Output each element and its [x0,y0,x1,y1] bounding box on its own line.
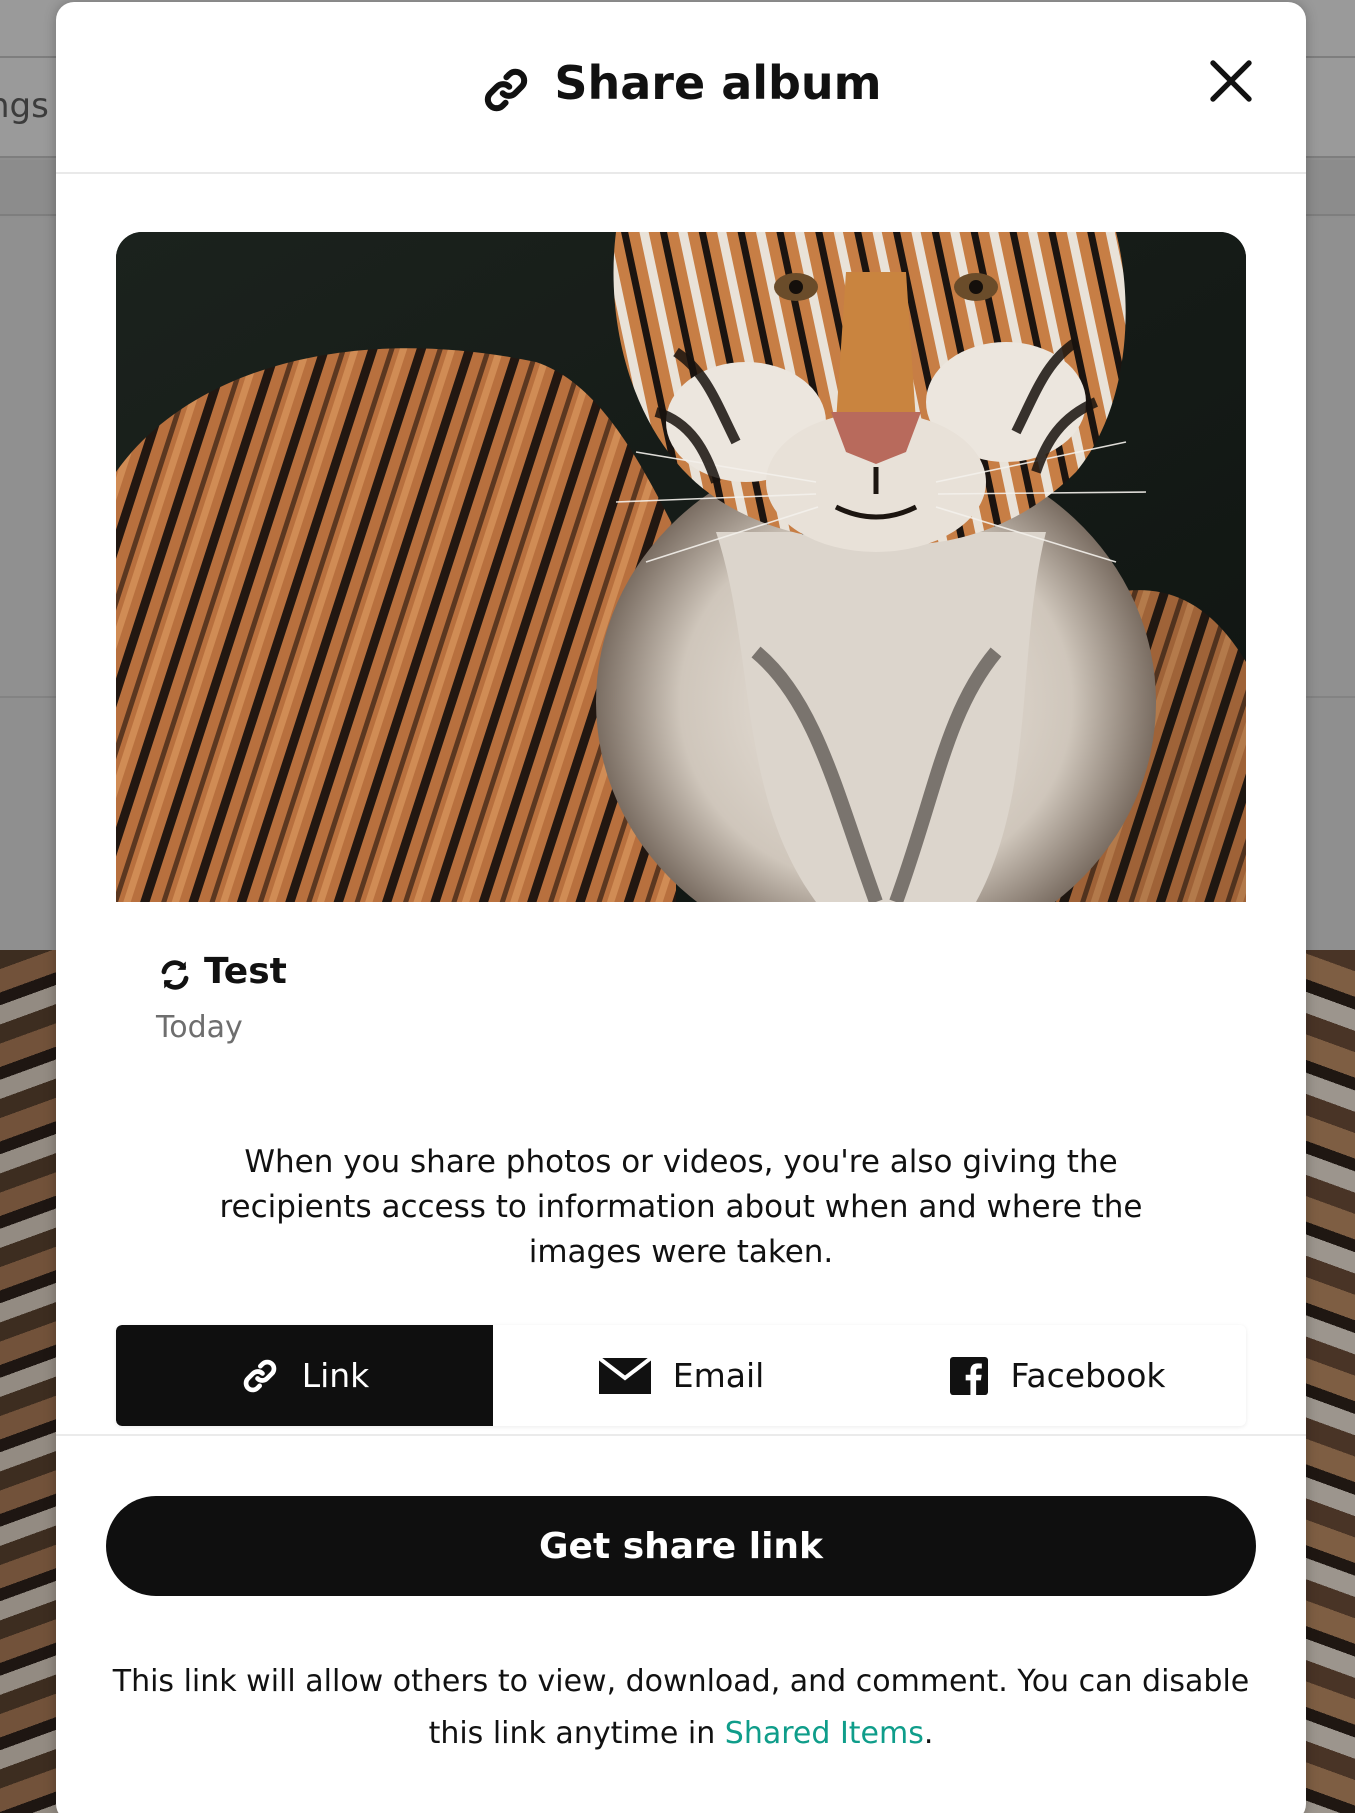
background-photo-left [0,950,60,1813]
privacy-notice: When you share photos or videos, you're … [219,1144,1143,1270]
get-share-link-button[interactable]: Get share link [106,1496,1256,1596]
link-icon [243,1359,276,1392]
album-cover-image [116,232,1246,902]
dialog-title: Share album [554,56,882,110]
album-name: Test [204,950,287,992]
album-name-row: Test [156,948,287,994]
divider [56,1434,1306,1436]
share-method-tabs: Link Email Facebook [116,1325,1246,1426]
share-link-info-end: . [923,1716,934,1751]
sync-icon [161,960,189,990]
dialog-title-row: Share album [56,50,1306,116]
tab-link-label: Link [301,1356,370,1395]
background-nav-label: ngs [0,86,49,126]
tab-facebook-label: Facebook [1010,1356,1166,1395]
tab-link[interactable]: Link [116,1325,493,1426]
shared-items-link[interactable]: Shared Items [725,1716,924,1751]
tab-email[interactable]: Email [493,1325,870,1426]
link-icon [485,68,528,112]
tab-facebook[interactable]: Facebook [870,1325,1246,1426]
dialog-header: Share album [56,2,1306,174]
share-album-dialog: Share album Test Today When you share ph… [56,2,1306,1813]
facebook-icon [950,1356,989,1395]
album-info: Test Today [156,948,287,1046]
close-icon [1210,60,1252,102]
album-date: Today [156,1010,243,1045]
tab-email-label: Email [672,1356,765,1395]
envelope-icon [598,1357,651,1394]
share-link-info-text: This link will allow others to view, dow… [112,1664,1250,1751]
share-link-info: This link will allow others to view, dow… [96,1656,1266,1760]
close-button[interactable] [1204,54,1258,108]
tiger-photo [116,232,1246,902]
